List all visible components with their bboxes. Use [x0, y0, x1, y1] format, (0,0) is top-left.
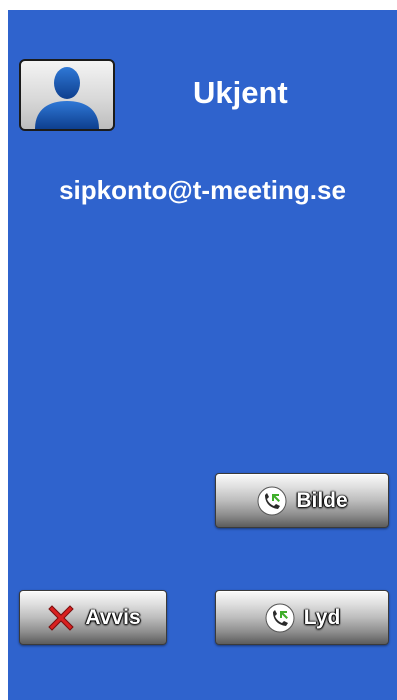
answer-video-label: Bilde — [296, 488, 348, 512]
caller-avatar — [19, 59, 115, 131]
default-user-avatar-icon — [35, 67, 99, 129]
answer-audio-button[interactable]: Lyd — [215, 590, 389, 645]
phone-answer-icon — [265, 603, 295, 632]
caller-address: sipkonto@t-meeting.se — [59, 175, 346, 205]
incoming-call-screen: Ukjent sipkonto@t-meeting.se Bilde Avvis… — [8, 10, 397, 700]
answer-video-button[interactable]: Bilde — [215, 473, 389, 528]
answer-audio-label: Lyd — [303, 605, 341, 629]
decline-call-label: Avvis — [85, 605, 141, 629]
red-x-icon — [48, 604, 75, 631]
caller-name: Ukjent — [193, 75, 288, 110]
decline-call-button[interactable]: Avvis — [19, 590, 167, 645]
phone-answer-icon — [257, 486, 287, 515]
